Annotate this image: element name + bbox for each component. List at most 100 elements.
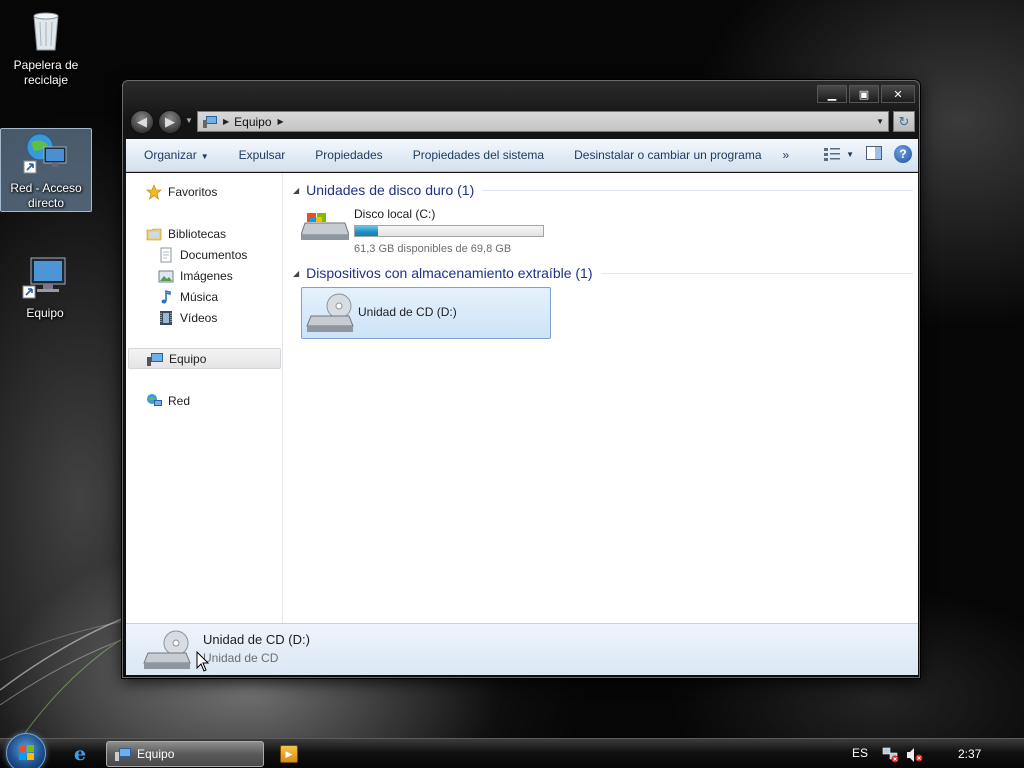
breadcrumb-separator-icon[interactable]: ▶ bbox=[278, 117, 284, 126]
content-area: Favoritos Bibliotecas Documentos Imágene… bbox=[126, 173, 918, 623]
desktop-icon-computer[interactable]: Equipo bbox=[0, 254, 90, 321]
collapse-triangle-icon[interactable]: ◢ bbox=[293, 269, 299, 278]
collapse-triangle-icon[interactable]: ◢ bbox=[293, 186, 299, 195]
organize-button[interactable]: Organizar ▼ bbox=[126, 148, 224, 162]
nav-item-label: Bibliotecas bbox=[168, 226, 227, 241]
nav-item-label: Favoritos bbox=[168, 184, 218, 199]
desktop-icon-label: Equipo bbox=[26, 306, 64, 320]
recent-pages-dropdown[interactable]: ▼ bbox=[185, 116, 193, 125]
help-icon[interactable]: ? bbox=[894, 145, 912, 163]
desktop-icon-network-shortcut[interactable]: Red - Acceso directo bbox=[0, 128, 92, 212]
network-tray-icon[interactable] bbox=[882, 747, 900, 763]
nav-item-network[interactable]: Red bbox=[128, 390, 281, 411]
forward-arrow-icon: ▶ bbox=[165, 114, 175, 129]
change-view-button[interactable]: ▼ bbox=[824, 147, 854, 161]
desktop-icon-recycle-bin[interactable]: Papelera de reciclaje bbox=[1, 6, 91, 88]
refresh-icon: ↻ bbox=[898, 113, 910, 129]
drive-free-space: 61,3 GB disponibles de 69,8 GB bbox=[354, 243, 512, 255]
libraries-icon bbox=[146, 228, 162, 240]
taskbar-button-explorer[interactable]: Equipo bbox=[106, 741, 264, 767]
chevron-down-icon: ▼ bbox=[200, 152, 209, 161]
nav-item-images[interactable]: Imágenes bbox=[128, 265, 281, 286]
nav-item-label: Imágenes bbox=[180, 268, 233, 283]
nav-item-computer[interactable]: Equipo bbox=[128, 348, 281, 369]
cd-drive-icon bbox=[143, 630, 191, 669]
cd-drive-icon bbox=[306, 293, 354, 332]
forward-button[interactable]: ▶ bbox=[158, 110, 182, 134]
music-icon bbox=[161, 289, 171, 303]
internet-explorer-icon[interactable]: e bbox=[70, 743, 90, 765]
address-dropdown-icon[interactable]: ▼ bbox=[876, 117, 884, 126]
group-header-removable[interactable]: ◢ Dispositivos con almacenamiento extraí… bbox=[293, 263, 913, 283]
hard-drive-icon bbox=[301, 213, 349, 240]
drive-name: Disco local (C:) bbox=[354, 207, 436, 221]
start-button[interactable] bbox=[6, 733, 46, 768]
language-indicator[interactable]: ES bbox=[852, 746, 868, 760]
network-shortcut-icon bbox=[22, 129, 70, 177]
nav-item-favorites[interactable]: Favoritos bbox=[128, 181, 281, 202]
breadcrumb-item[interactable]: Equipo bbox=[234, 115, 271, 129]
star-icon bbox=[146, 183, 162, 200]
media-player-icon[interactable]: ▶ bbox=[280, 745, 298, 763]
main-pane: ◢ Unidades de disco duro (1) Disco local… bbox=[285, 173, 918, 623]
maximize-button[interactable]: ▣ bbox=[849, 85, 879, 103]
details-title: Unidad de CD (D:) bbox=[203, 632, 310, 647]
nav-item-documents[interactable]: Documentos bbox=[128, 244, 281, 265]
computer-icon bbox=[203, 115, 217, 128]
navigation-bar: ◀ ▶ ▼ ▶ Equipo ▶ ▼ ↻ bbox=[127, 109, 917, 135]
view-options-icon bbox=[824, 148, 841, 161]
group-header-hard-disks[interactable]: ◢ Unidades de disco duro (1) bbox=[293, 180, 913, 200]
preview-pane-button[interactable] bbox=[866, 145, 882, 163]
group-divider bbox=[482, 189, 913, 191]
command-toolbar: Organizar ▼ Expulsar Propiedades Propieda… bbox=[126, 139, 918, 172]
uninstall-program-label: Desinstalar o cambiar un programa bbox=[574, 148, 762, 162]
drive-usage-bar bbox=[354, 225, 544, 237]
nav-item-libraries[interactable]: Bibliotecas bbox=[128, 223, 281, 244]
drive-cd-d[interactable]: Unidad de CD (D:) bbox=[301, 287, 551, 339]
system-properties-label: Propiedades del sistema bbox=[412, 148, 545, 162]
properties-button[interactable]: Propiedades bbox=[300, 148, 397, 162]
desktop-icon-label: Red - Acceso directo bbox=[10, 181, 82, 210]
nav-item-label: Equipo bbox=[169, 351, 207, 366]
uninstall-program-button[interactable]: Desinstalar o cambiar un programa bbox=[559, 148, 776, 162]
volume-muted-icon[interactable] bbox=[906, 747, 924, 763]
computer-icon bbox=[115, 748, 131, 761]
details-subtitle: Unidad de CD bbox=[203, 651, 279, 665]
clock[interactable]: 2:37 bbox=[958, 747, 981, 761]
nav-item-music[interactable]: Música bbox=[128, 286, 281, 307]
windows-logo-icon bbox=[19, 745, 34, 760]
address-bar[interactable]: ▶ Equipo ▶ ▼ bbox=[197, 111, 889, 132]
nav-item-label: Documentos bbox=[180, 247, 248, 262]
computer-icon bbox=[21, 254, 69, 302]
back-button[interactable]: ◀ bbox=[130, 110, 154, 134]
close-button[interactable]: ✕ bbox=[881, 85, 915, 103]
caption-buttons: ▁ ▣ ✕ bbox=[817, 85, 915, 103]
minimize-button[interactable]: ▁ bbox=[817, 85, 847, 103]
drive-name: Unidad de CD (D:) bbox=[358, 305, 457, 319]
breadcrumb-separator-icon[interactable]: ▶ bbox=[223, 117, 229, 126]
group-title: Unidades de disco duro (1) bbox=[306, 182, 475, 198]
system-properties-button[interactable]: Propiedades del sistema bbox=[398, 148, 559, 162]
eject-button[interactable]: Expulsar bbox=[224, 148, 301, 162]
nav-item-label: Red bbox=[168, 393, 191, 408]
documents-icon bbox=[160, 247, 172, 262]
nav-item-label: Música bbox=[180, 289, 219, 304]
desktop-icon-label: Papelera de reciclaje bbox=[13, 58, 79, 87]
organize-label: Organizar bbox=[144, 148, 197, 162]
network-icon bbox=[147, 393, 162, 406]
chevron-down-icon[interactable]: ▼ bbox=[846, 150, 854, 159]
nav-item-label: Vídeos bbox=[180, 310, 218, 325]
group-divider bbox=[600, 272, 913, 274]
drive-local-c[interactable]: Disco local (C:) 61,3 GB disponibles de … bbox=[301, 199, 551, 255]
computer-icon bbox=[147, 352, 163, 366]
recycle-bin-icon bbox=[22, 6, 70, 54]
taskbar-button-label: Equipo bbox=[137, 747, 175, 761]
more-commands-label: » bbox=[782, 148, 790, 162]
nav-item-videos[interactable]: Vídeos bbox=[128, 307, 281, 328]
toolbar-right: ▼ ? bbox=[812, 145, 912, 163]
details-pane: Unidad de CD (D:) Unidad de CD bbox=[126, 623, 918, 675]
more-commands-button[interactable]: » bbox=[777, 148, 796, 162]
eject-label: Expulsar bbox=[238, 148, 286, 162]
images-icon bbox=[158, 270, 174, 282]
refresh-button[interactable]: ↻ bbox=[893, 111, 915, 132]
